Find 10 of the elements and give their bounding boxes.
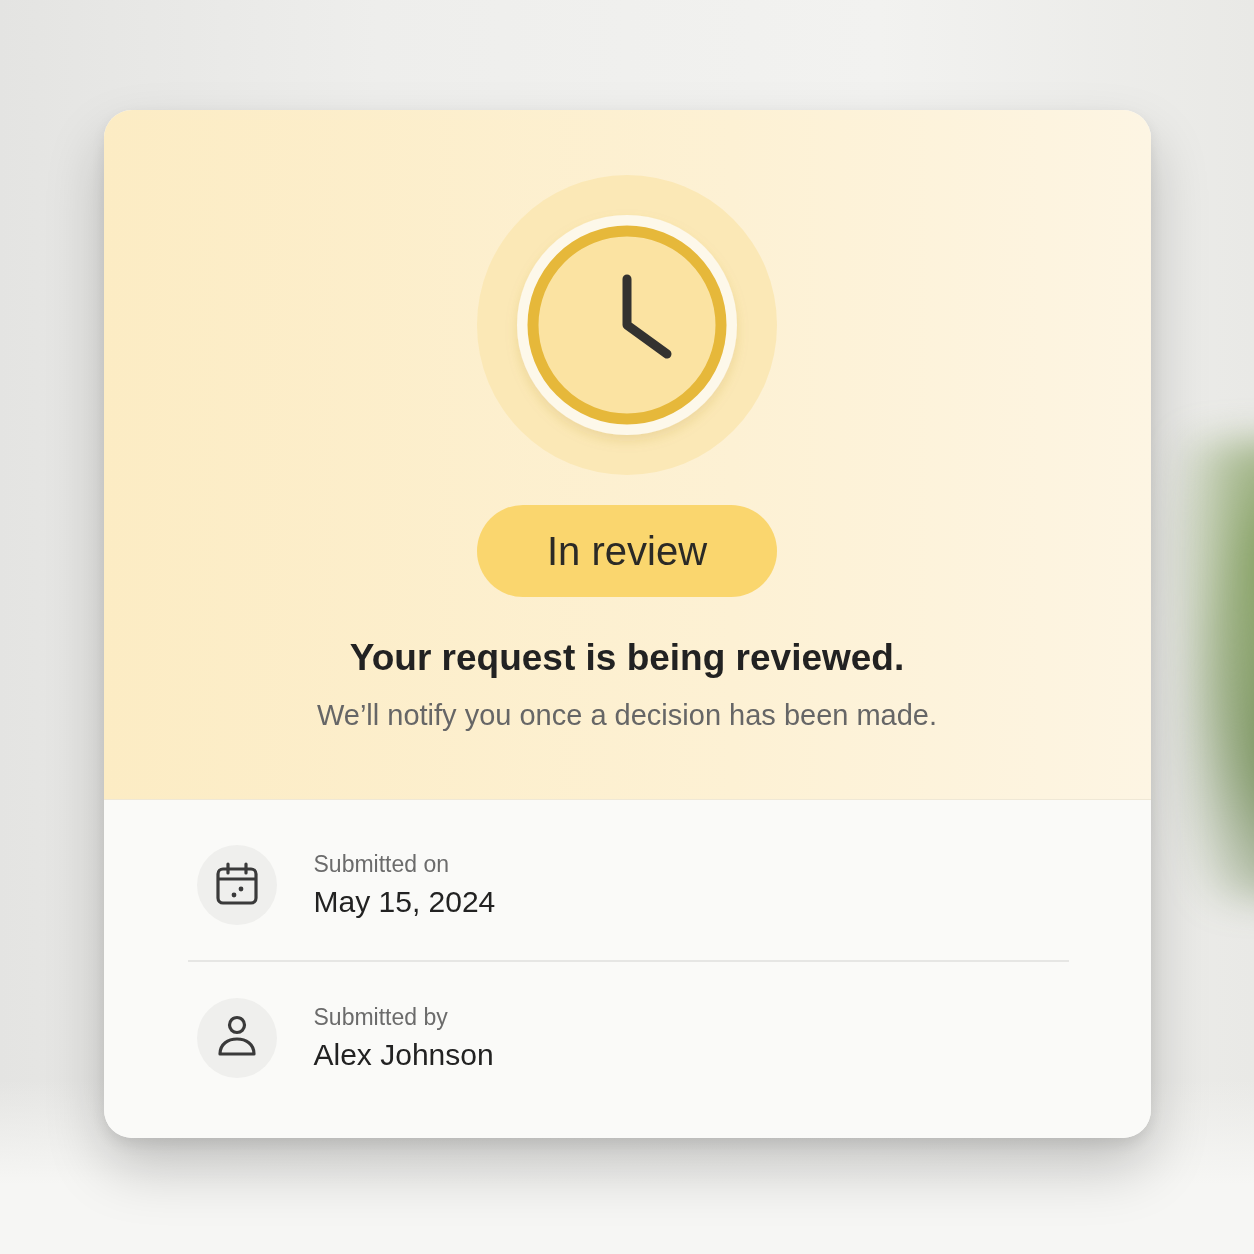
clock-icon <box>477 175 777 475</box>
person-icon <box>196 998 277 1078</box>
detail-label: Submitted on <box>313 850 451 879</box>
detail-label: Submitted by <box>313 1003 449 1032</box>
status-badge: In review <box>477 505 777 597</box>
detail-value: Alex Johnson <box>313 1037 494 1073</box>
calendar-icon <box>196 845 277 925</box>
detail-value: May 15, 2024 <box>313 884 496 920</box>
status-title: Your request is being reviewed. <box>349 636 905 680</box>
status-message: We’ll notify you once a decision has been made. <box>316 698 938 733</box>
